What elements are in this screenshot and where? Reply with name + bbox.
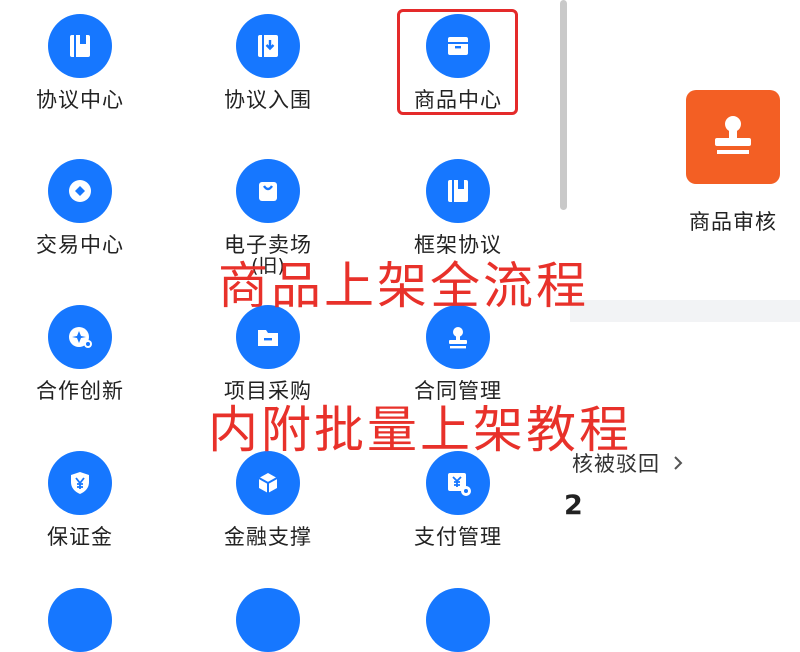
grid-item-partial-icon <box>48 588 112 652</box>
overlay-title-line2: 内附批量上架教程 <box>208 401 632 459</box>
cube-icon <box>236 451 300 515</box>
grid-item-label: 合作创新 <box>36 379 124 403</box>
rejected-count: 2 <box>564 490 583 521</box>
grid-item-label: 交易中心 <box>36 233 124 257</box>
book-icon <box>48 14 112 78</box>
grid-item-agreement-center[interactable]: 协议中心 <box>0 14 170 112</box>
grid-item-label: 框架协议 <box>414 233 502 257</box>
book-icon <box>426 159 490 223</box>
grid-item-agreement-entry[interactable]: 协议入围 <box>178 14 358 112</box>
grid-item-label: 金融支撑 <box>224 525 312 549</box>
grid-item-project-purchase[interactable]: 项目采购 <box>178 305 358 403</box>
product-audit-label: 商品审核 <box>689 210 777 234</box>
grid-item-label: 协议中心 <box>36 88 124 112</box>
scrollbar[interactable] <box>560 0 567 210</box>
section-divider <box>570 300 800 322</box>
coin-icon <box>48 159 112 223</box>
grid-item-trade-center[interactable]: 交易中心 <box>0 159 170 257</box>
grid-item-payment-management[interactable]: 支付管理 <box>368 451 548 549</box>
product-audit-button[interactable] <box>686 90 780 184</box>
rocket-icon <box>48 305 112 369</box>
grid-item-innovation[interactable]: 合作创新 <box>0 305 170 403</box>
grid-item-label: 支付管理 <box>414 525 502 549</box>
grid-item-label: 保证金 <box>47 525 113 549</box>
grid-item-partial-icon <box>236 588 300 652</box>
overlay-title-line1: 商品上架全流程 <box>218 257 589 315</box>
stamp-icon <box>705 107 761 167</box>
yen-shield-icon <box>48 451 112 515</box>
grid-item-partial-icon <box>426 588 490 652</box>
grid-item-framework-agreement[interactable]: 框架协议 <box>368 159 548 257</box>
yen-gear-icon <box>426 451 490 515</box>
grid-item-label: 协议入围 <box>224 88 312 112</box>
chevron-right-icon <box>672 453 684 477</box>
shopping-bag-icon <box>236 159 300 223</box>
right-panel: 商品审核 核被驳回 2 <box>564 0 800 600</box>
highlight-box <box>397 9 518 115</box>
grid-item-finance-support[interactable]: 金融支撑 <box>178 451 358 549</box>
download-doc-icon <box>236 14 300 78</box>
grid-item-deposit[interactable]: 保证金 <box>0 451 170 549</box>
grid-item-contract-management[interactable]: 合同管理 <box>368 305 548 403</box>
grid-item-label: 电子卖场 <box>224 233 312 257</box>
